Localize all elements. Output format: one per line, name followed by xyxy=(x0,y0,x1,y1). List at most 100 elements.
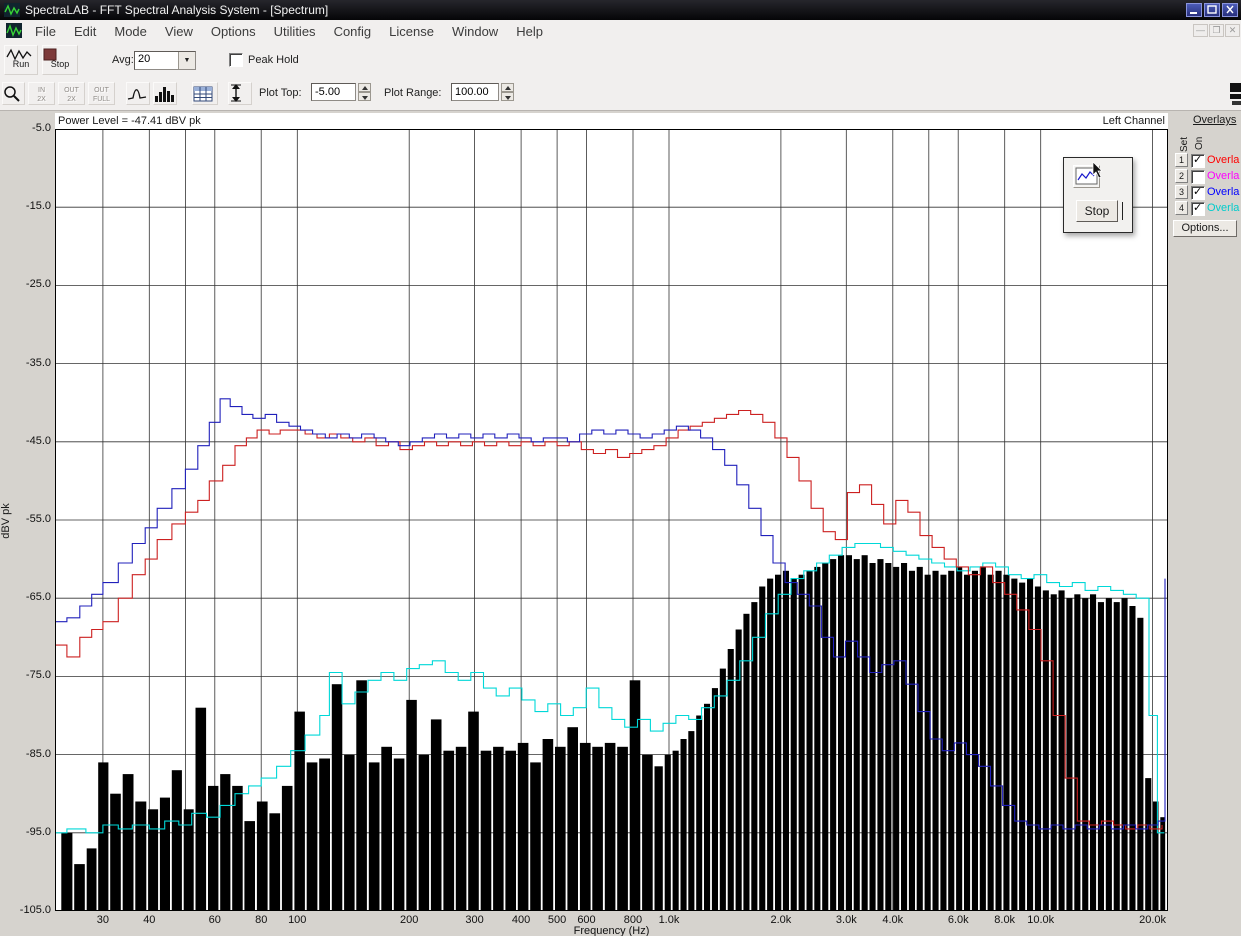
plot-top-label: Plot Top: xyxy=(259,87,302,99)
x-tick-label: 600 xyxy=(577,914,596,926)
mdi-close-button[interactable]: ✕ xyxy=(1225,24,1240,37)
overlay-1-set-button[interactable]: 1 xyxy=(1175,153,1188,167)
spin-up-icon[interactable] xyxy=(358,83,371,92)
overlays-on-label: On xyxy=(1194,136,1205,150)
maximize-button[interactable] xyxy=(1204,3,1220,17)
overlay-1-on-checkbox[interactable]: ✓ xyxy=(1191,154,1205,168)
y-tick-label: -5.0 xyxy=(32,122,51,134)
menu-view[interactable]: View xyxy=(156,20,202,42)
close-icon xyxy=(1226,5,1234,14)
menu-bar: File Edit Mode View Options Utilities Config Li… xyxy=(0,20,1241,43)
floating-stop-button[interactable]: Stop xyxy=(1076,200,1118,222)
y-tick-label: -25.0 xyxy=(25,278,51,291)
zoom-in-2x-button[interactable]: IN 2X xyxy=(28,82,55,105)
zoom-out-2x-button[interactable]: OUT 2X xyxy=(58,82,85,105)
x-tick-label: 4.0k xyxy=(882,914,904,926)
x-tick-label: 40 xyxy=(143,914,156,926)
menu-mode[interactable]: Mode xyxy=(105,20,156,42)
y-tick-label: -55.0 xyxy=(25,513,51,525)
overlays-options-button[interactable]: Options... xyxy=(1173,220,1237,237)
zoom-in-2x-icon: IN 2X xyxy=(37,87,46,103)
overlay-1-label: Overla xyxy=(1207,154,1240,166)
scale-range-button[interactable] xyxy=(228,82,252,105)
y-tick-label: -85.0 xyxy=(25,747,51,760)
data-table-icon xyxy=(193,86,213,102)
y-tick-label: -15.0 xyxy=(25,200,51,213)
x-tick-label: 60 xyxy=(208,914,221,926)
spin-down-icon[interactable] xyxy=(501,92,514,101)
x-tick-label: 10.0k xyxy=(1027,914,1055,926)
dropdown-arrow-icon[interactable]: ▼ xyxy=(178,52,195,69)
peak-hold-checkbox[interactable] xyxy=(229,53,243,67)
y-tick-label: -65.0 xyxy=(25,591,51,604)
plot-top-spinner[interactable] xyxy=(358,83,371,101)
mdi-minimize-button[interactable]: — xyxy=(1193,24,1208,37)
app-icon xyxy=(4,3,20,17)
transport-toolbar: Run Stop Avg: 20 ▼ Peak Hold xyxy=(0,42,1241,79)
mdi-restore-button[interactable]: ❐ xyxy=(1209,24,1224,37)
spin-down-icon[interactable] xyxy=(358,92,371,101)
spectrum-chart[interactable] xyxy=(55,129,1168,911)
stop-button[interactable]: Stop xyxy=(42,45,78,75)
zoom-out-full-button[interactable]: OUT FULL xyxy=(88,82,115,105)
spin-up-icon[interactable] xyxy=(501,83,514,92)
zoom-out-2x-icon: OUT 2X xyxy=(64,87,79,103)
histogram-display-button[interactable] xyxy=(153,82,177,105)
x-tick-label: 2.0k xyxy=(770,914,792,926)
plot-range-spinner[interactable] xyxy=(501,83,514,101)
y-tick-label: -45.0 xyxy=(25,434,51,447)
close-button[interactable] xyxy=(1222,3,1238,17)
menu-config[interactable]: Config xyxy=(325,20,381,42)
overlay-3-set-button[interactable]: 3 xyxy=(1175,185,1188,199)
overlay-4-on-checkbox[interactable]: ✓ xyxy=(1191,202,1205,216)
plot-range-label: Plot Range: xyxy=(384,87,442,99)
data-table-button[interactable] xyxy=(192,82,218,105)
menu-window[interactable]: Window xyxy=(443,20,507,42)
plot-range-input[interactable] xyxy=(451,83,499,101)
zoom-button[interactable] xyxy=(2,82,25,105)
title-bar[interactable]: SpectraLAB - FFT Spectral Analysis Syste… xyxy=(0,0,1241,20)
menu-file[interactable]: File xyxy=(26,20,65,42)
avg-label: Avg: xyxy=(112,54,134,66)
x-tick-label: 30 xyxy=(96,914,109,926)
overlay-2-on-checkbox[interactable] xyxy=(1191,170,1205,184)
menu-utilities[interactable]: Utilities xyxy=(265,20,325,42)
overlay-2-set-button[interactable]: 2 xyxy=(1175,169,1188,183)
maximize-icon xyxy=(1207,5,1217,14)
avg-value: 20 xyxy=(138,53,151,65)
peak-curve-icon xyxy=(127,89,147,100)
overlay-2-label: Overla xyxy=(1207,170,1240,182)
run-button[interactable]: Run xyxy=(4,45,38,75)
overlays-panel: Overlays Set On 1 ✓ Overla 2 Overla 3 ✓ Overla 4… xyxy=(1170,110,1241,250)
y-tick-label: -105.0 xyxy=(19,904,51,916)
power-level-readout: Power Level = -47.41 dBV pk xyxy=(58,115,201,127)
menu-options[interactable]: Options xyxy=(202,20,265,42)
partial-toolbar-icon[interactable] xyxy=(1228,80,1241,107)
spectrum-plot[interactable] xyxy=(55,129,1168,911)
minimize-button[interactable] xyxy=(1186,3,1202,17)
channel-label: Left Channel xyxy=(1102,115,1165,127)
overlay-4-set-button[interactable]: 4 xyxy=(1175,201,1188,215)
display-toolbar: IN 2X OUT 2X OUT FULL Plot Top: -5.00 Pl… xyxy=(0,78,1241,111)
zoom-icon xyxy=(4,86,20,102)
overlay-3-label: Overla xyxy=(1207,186,1240,198)
menu-items: File Edit Mode View Options Utilities Config Li… xyxy=(26,20,552,42)
menu-help[interactable]: Help xyxy=(507,20,552,42)
plot-status-strip: Power Level = -47.41 dBV pk Left Channel xyxy=(55,113,1168,129)
spectralab-window: SpectraLAB - FFT Spectral Analysis Syste… xyxy=(0,0,1241,936)
plot-top-input[interactable] xyxy=(311,83,356,101)
avg-combobox[interactable]: 20 ▼ xyxy=(134,51,196,70)
mdi-child-icon[interactable] xyxy=(6,23,22,38)
x-tick-label: 6.0k xyxy=(947,914,969,926)
window-title: SpectraLAB - FFT Spectral Analysis Syste… xyxy=(25,3,329,17)
floating-stop-toolbar[interactable]: Stop xyxy=(1063,157,1133,233)
menu-edit[interactable]: Edit xyxy=(65,20,105,42)
minimize-icon xyxy=(1190,12,1197,14)
scale-range-icon xyxy=(231,84,241,102)
cursor-caret xyxy=(1122,202,1123,220)
y-tick-label: -35.0 xyxy=(25,356,51,369)
peak-curve-button[interactable] xyxy=(126,82,150,105)
overlay-4-label: Overla xyxy=(1207,202,1240,214)
menu-license[interactable]: License xyxy=(380,20,443,42)
overlay-3-on-checkbox[interactable]: ✓ xyxy=(1191,186,1205,200)
